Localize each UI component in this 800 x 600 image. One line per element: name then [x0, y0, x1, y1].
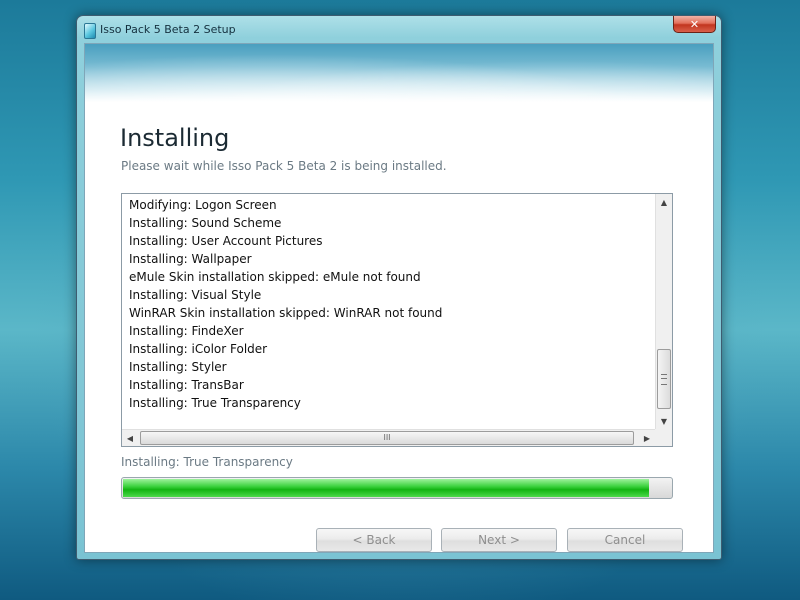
install-log-listbox[interactable]: Modifying: Logon Screen Installing: Sound… [121, 193, 673, 447]
log-line: eMule Skin installation skipped: eMule n… [129, 270, 421, 284]
progress-fill [123, 479, 649, 497]
horizontal-scroll-thumb[interactable]: III [140, 431, 634, 445]
page-subtitle: Please wait while Isso Pack 5 Beta 2 is … [121, 159, 447, 173]
page-title: Installing [120, 124, 230, 152]
horizontal-scrollbar[interactable]: ◀ III ▶ [122, 429, 657, 446]
log-line: Installing: Wallpaper [129, 252, 252, 266]
log-line: Installing: TransBar [129, 378, 244, 392]
log-line: Installing: iColor Folder [129, 342, 268, 356]
install-log-lines: Modifying: Logon Screen Installing: Sound… [129, 196, 442, 412]
vertical-scrollbar[interactable]: ▲ ▼ [655, 194, 672, 429]
scroll-down-icon[interactable]: ▼ [656, 413, 672, 429]
log-line: WinRAR Skin installation skipped: WinRAR… [129, 306, 443, 320]
log-line: Installing: Sound Scheme [129, 216, 282, 230]
log-line: Installing: User Account Pictures [129, 234, 323, 248]
log-line: Modifying: Logon Screen [129, 198, 277, 212]
title-bar[interactable]: Isso Pack 5 Beta 2 Setup ✕ [77, 16, 721, 43]
vertical-scroll-thumb[interactable] [657, 349, 671, 409]
scroll-right-icon[interactable]: ▶ [639, 430, 655, 446]
scrollbar-corner [655, 429, 672, 446]
log-line: Installing: FindeXer [129, 324, 244, 338]
scroll-left-icon[interactable]: ◀ [122, 430, 138, 446]
log-line: Installing: True Transparency [129, 396, 301, 410]
log-line: Installing: Styler [129, 360, 227, 374]
window-title: Isso Pack 5 Beta 2 Setup [100, 23, 236, 36]
app-icon [84, 23, 96, 39]
install-progress-bar [121, 477, 673, 499]
scroll-up-icon[interactable]: ▲ [656, 194, 672, 210]
close-button[interactable]: ✕ [673, 16, 716, 33]
next-button[interactable]: Next > [441, 528, 557, 552]
back-button[interactable]: < Back [316, 528, 432, 552]
cancel-button[interactable]: Cancel [567, 528, 683, 552]
close-icon: ✕ [689, 17, 700, 31]
dialog-content: Installing Please wait while Isso Pack 5… [84, 43, 714, 553]
status-text: Installing: True Transparency [121, 455, 293, 469]
header-banner [85, 44, 713, 102]
installer-window: Isso Pack 5 Beta 2 Setup ✕ Installing Pl… [76, 15, 722, 560]
log-line: Installing: Visual Style [129, 288, 262, 302]
